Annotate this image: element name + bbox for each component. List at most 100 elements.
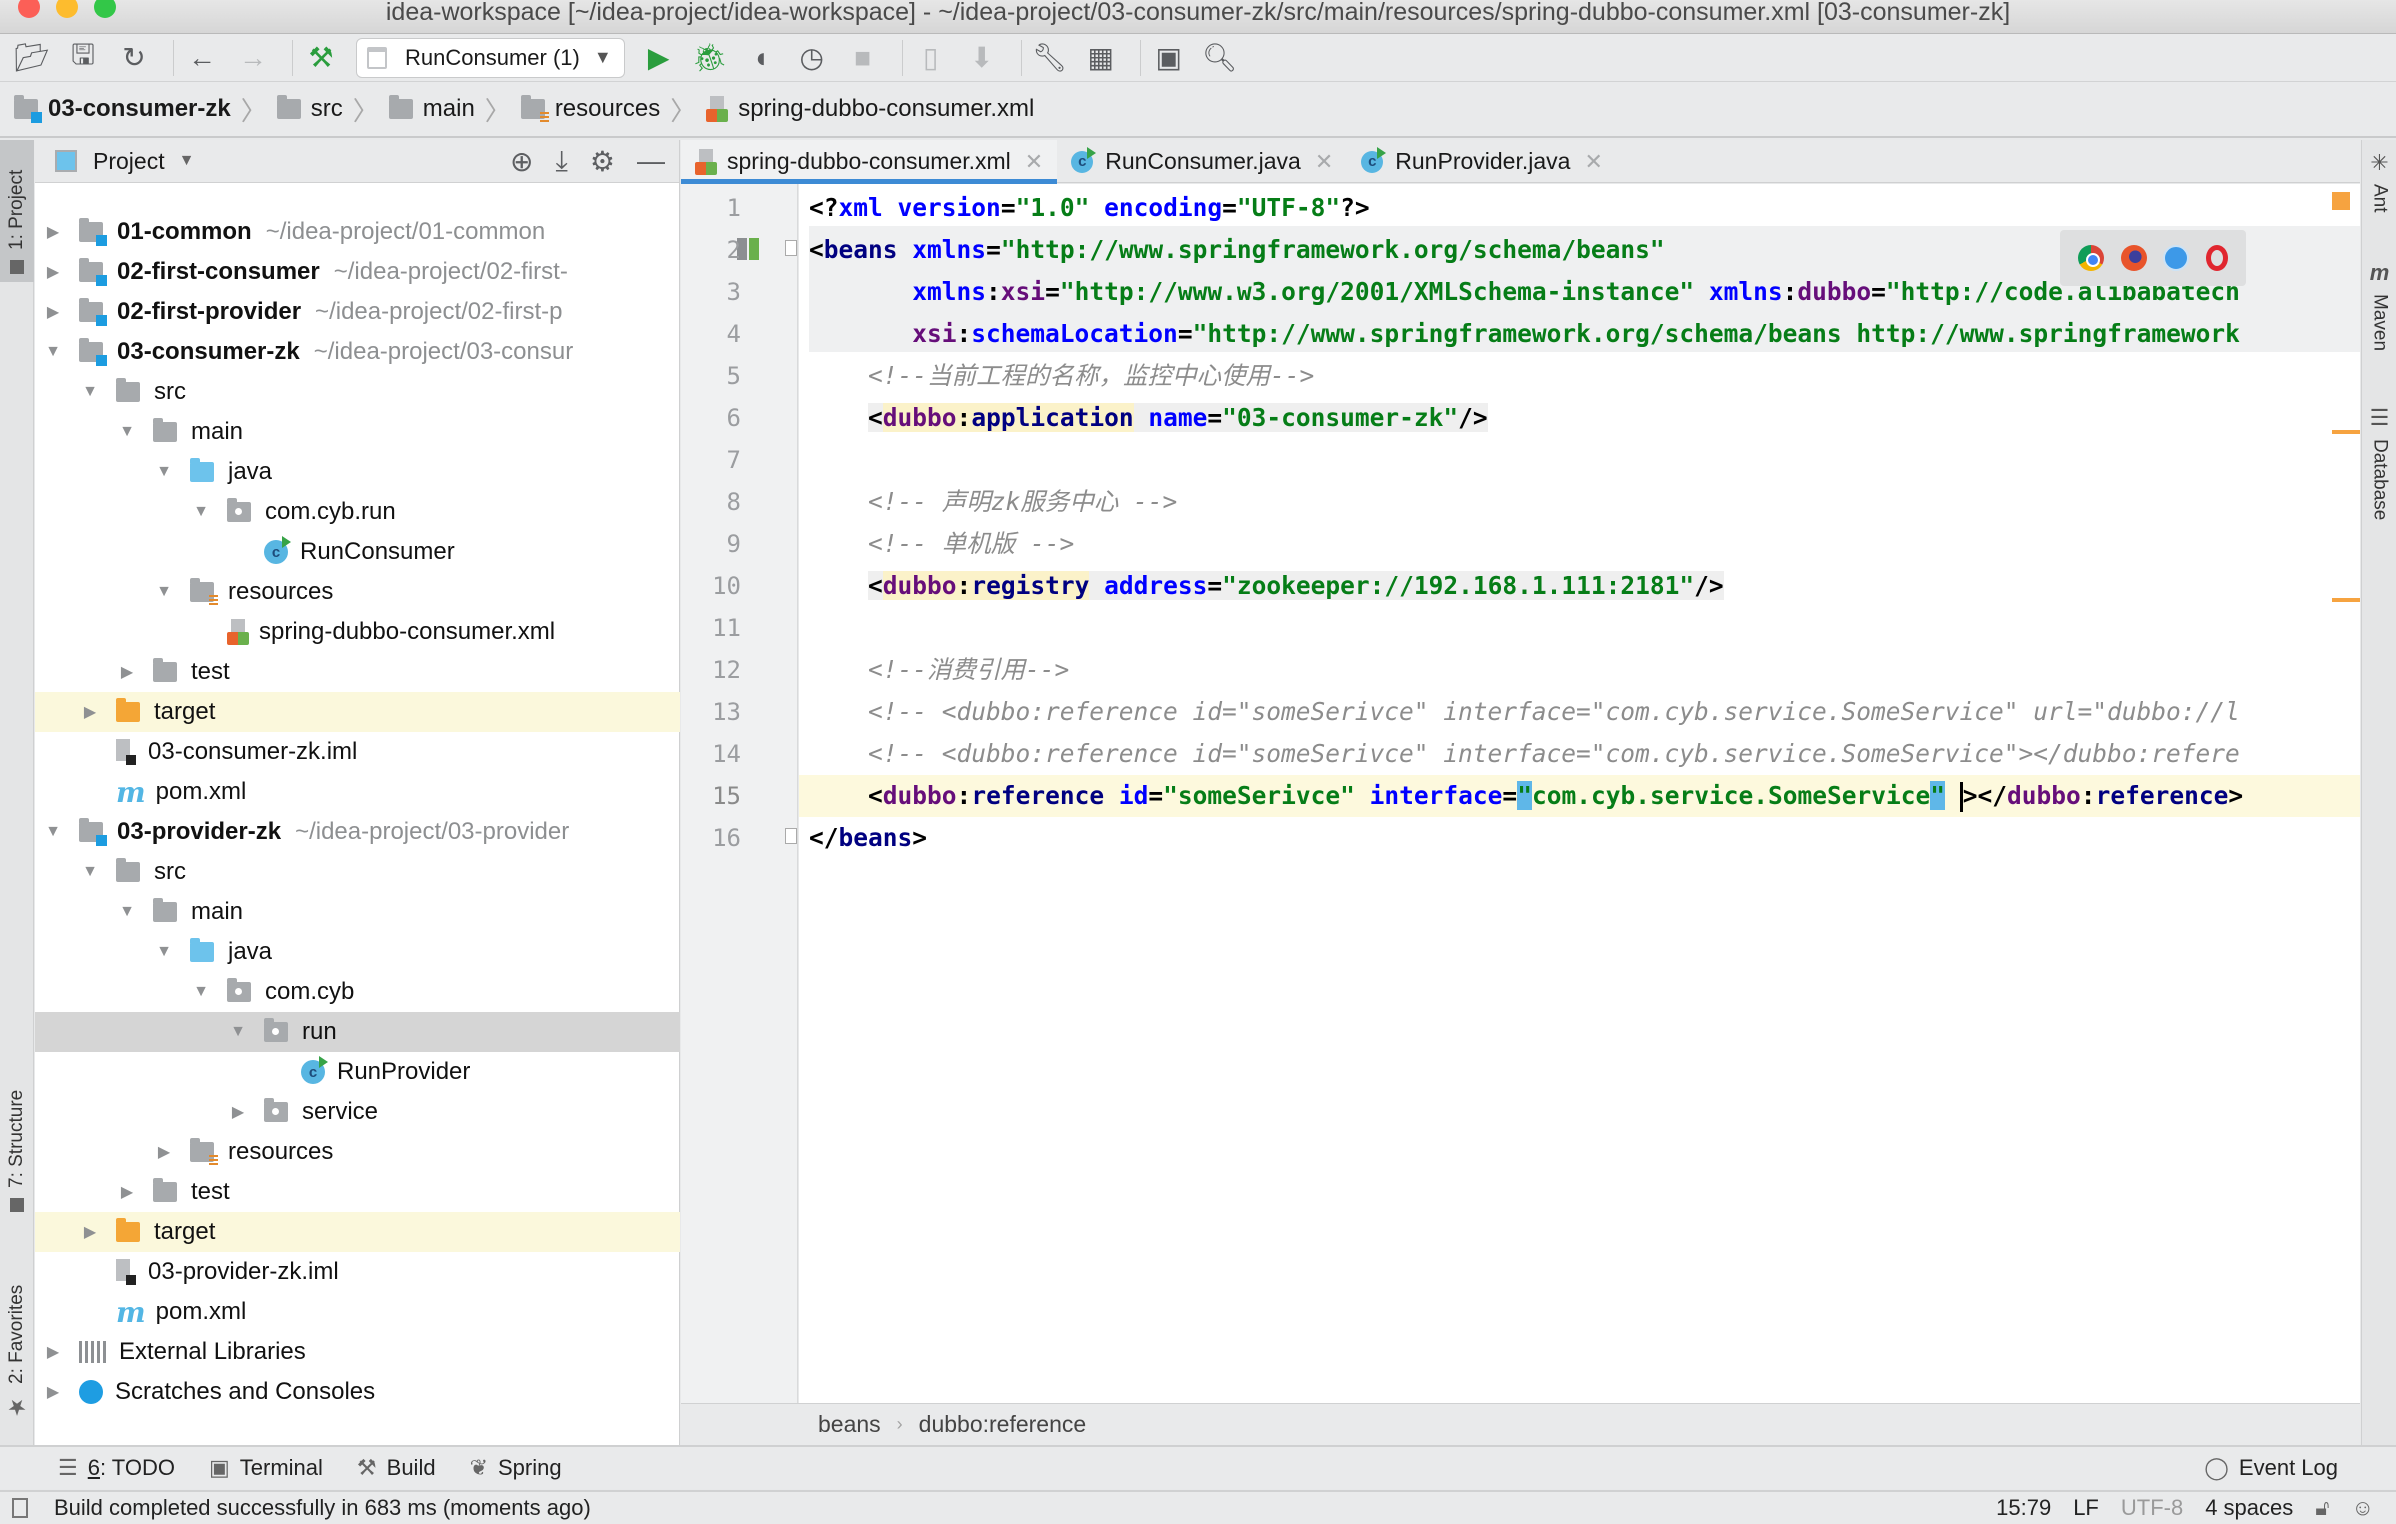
- status-message[interactable]: Build completed successfully in 683 ms (…: [54, 1495, 591, 1521]
- editor-tab[interactable]: spring-dubbo-consumer.xml ✕: [681, 140, 1058, 184]
- collapse-arrow-icon[interactable]: ▶: [117, 662, 137, 682]
- project-view-selector[interactable]: Project: [93, 148, 165, 175]
- file-encoding[interactable]: UTF-8: [2121, 1495, 2183, 1521]
- expand-arrow-icon[interactable]: ▼: [43, 343, 63, 361]
- open-folder-icon[interactable]: 📂︎: [12, 38, 52, 78]
- tree-item[interactable]: ▼ com.cyb: [35, 972, 680, 1012]
- close-tab-icon[interactable]: ✕: [1315, 149, 1333, 175]
- terminal-tool-tab[interactable]: ▣ Terminal: [209, 1455, 323, 1481]
- line-separator[interactable]: LF: [2073, 1495, 2099, 1521]
- tree-item[interactable]: 03-provider-zk.iml: [35, 1252, 680, 1292]
- tree-item[interactable]: ▶ test: [35, 652, 680, 692]
- tree-item[interactable]: ▶ 02-first-consumer ~/idea-project/02-firs…: [35, 252, 680, 292]
- editor-tab[interactable]: c RunProvider.java ✕: [1347, 140, 1617, 183]
- collapse-arrow-icon[interactable]: ▶: [80, 1222, 100, 1242]
- code-line[interactable]: <!-- 声明zk服务中心 -->: [799, 481, 1177, 523]
- sdk-download-icon[interactable]: ⬇: [962, 38, 1002, 78]
- hide-panel-icon[interactable]: —: [637, 145, 665, 177]
- safari-icon[interactable]: [2163, 245, 2190, 271]
- expand-arrow-icon[interactable]: ▼: [191, 503, 211, 521]
- warning-stripe-marker[interactable]: [2332, 192, 2350, 210]
- fold-icon[interactable]: [785, 828, 797, 844]
- collapse-arrow-icon[interactable]: ▶: [228, 1102, 248, 1122]
- breadcrumb-file[interactable]: spring-dubbo-consumer.xml: [706, 95, 1034, 123]
- back-arrow-icon[interactable]: ←: [182, 38, 222, 78]
- maximize-window-button[interactable]: [94, 0, 116, 18]
- run-configuration-dropdown[interactable]: RunConsumer (1) ▼: [356, 37, 625, 78]
- tree-item[interactable]: ▶ Scratches and Consoles: [35, 1372, 680, 1412]
- code-line[interactable]: <dubbo:application name="03-consumer-zk"…: [799, 397, 1488, 439]
- editor-breadcrumb-dubbo-reference[interactable]: dubbo:reference: [919, 1411, 1087, 1438]
- coverage-icon[interactable]: ◖: [741, 38, 781, 78]
- stop-icon[interactable]: ■: [843, 38, 883, 78]
- tree-item[interactable]: c RunProvider: [35, 1052, 680, 1092]
- code-line[interactable]: <!--消费引用-->: [799, 649, 1069, 691]
- project-structure-icon[interactable]: ▦: [1081, 38, 1121, 78]
- expand-arrow-icon[interactable]: ▼: [191, 983, 211, 1001]
- breadcrumb-src[interactable]: src 〉: [276, 91, 389, 128]
- search-icon[interactable]: 🔍︎: [1200, 38, 1240, 78]
- favorites-tool-tab[interactable]: ★ 2: Favorites: [0, 1260, 34, 1420]
- tree-item[interactable]: ▼ java: [35, 932, 680, 972]
- tree-item[interactable]: 03-consumer-zk.iml: [35, 732, 680, 772]
- forward-arrow-icon[interactable]: →: [233, 38, 273, 78]
- code-line[interactable]: <?xml version="1.0" encoding="UTF-8"?>: [799, 187, 1370, 229]
- tree-item[interactable]: ▶ External Libraries: [35, 1332, 680, 1372]
- debug-icon[interactable]: 🐞︎: [690, 38, 730, 78]
- profile-icon[interactable]: ◷: [792, 38, 832, 78]
- close-tab-icon[interactable]: ✕: [1584, 149, 1602, 175]
- tree-item[interactable]: ▶ 02-first-provider ~/idea-project/02-firs…: [35, 292, 680, 332]
- run-icon[interactable]: ▶: [639, 38, 679, 78]
- tree-item[interactable]: ▶ service: [35, 1092, 680, 1132]
- tree-item[interactable]: m pom.xml: [35, 1292, 680, 1332]
- gear-icon[interactable]: ⚙: [590, 145, 615, 178]
- code-editor[interactable]: <?xml version="1.0" encoding="UTF-8"?> <b…: [799, 184, 2360, 1403]
- settings-wrench-icon[interactable]: 🔧︎: [1030, 38, 1070, 78]
- tree-item[interactable]: ▼ java: [35, 452, 680, 492]
- expand-arrow-icon[interactable]: ▼: [154, 943, 174, 961]
- unlock-icon[interactable]: 🔓︎: [2315, 1495, 2329, 1521]
- chevron-down-icon[interactable]: ▼: [179, 152, 195, 170]
- tree-item[interactable]: ▼ resources: [35, 572, 680, 612]
- breadcrumb-resources[interactable]: resources 〉: [520, 91, 706, 128]
- tree-item[interactable]: ▼ 03-consumer-zk ~/idea-project/03-consur: [35, 332, 680, 372]
- firefox-icon[interactable]: [2120, 245, 2147, 271]
- event-log-tool-tab[interactable]: ◯ Event Log: [2204, 1455, 2338, 1481]
- collapse-arrow-icon[interactable]: ▶: [43, 222, 63, 242]
- spring-tool-tab[interactable]: ❦ Spring: [470, 1455, 562, 1481]
- android-device-icon[interactable]: ▯: [911, 38, 951, 78]
- build-hammer-icon[interactable]: ⚒︎: [301, 38, 341, 78]
- todo-tool-tab[interactable]: ☰ 6: TODO: [58, 1455, 175, 1481]
- sync-icon[interactable]: ↻: [114, 38, 154, 78]
- locate-file-icon[interactable]: ⊕: [510, 145, 533, 178]
- code-line[interactable]: [799, 439, 809, 481]
- tree-item[interactable]: ▶ target: [35, 692, 680, 732]
- close-window-button[interactable]: [18, 0, 40, 18]
- code-line[interactable]: <!--当前工程的名称，监控中心使用-->: [799, 355, 1314, 397]
- save-icon[interactable]: 🖫︎: [63, 38, 103, 78]
- tree-item[interactable]: ▼ com.cyb.run: [35, 492, 680, 532]
- error-stripe-marker[interactable]: [2332, 430, 2360, 434]
- fold-icon[interactable]: [785, 240, 797, 256]
- code-line[interactable]: <!-- 单机版 -->: [799, 523, 1074, 565]
- tree-item[interactable]: ▶ 01-common ~/idea-project/01-common: [35, 212, 680, 252]
- tree-item[interactable]: ▶ resources: [35, 1132, 680, 1172]
- structure-tool-tab[interactable]: 7: Structure: [0, 1060, 34, 1220]
- code-line[interactable]: <dubbo:registry address="zookeeper://192…: [799, 565, 1724, 607]
- indent-setting[interactable]: 4 spaces: [2205, 1495, 2293, 1521]
- collapse-all-icon[interactable]: ⤓: [556, 145, 568, 178]
- collapse-arrow-icon[interactable]: ▶: [43, 1382, 63, 1402]
- project-tool-tab[interactable]: 1: Project: [0, 140, 34, 282]
- error-stripe-marker[interactable]: [2332, 598, 2360, 602]
- tree-item[interactable]: ▶ test: [35, 1172, 680, 1212]
- editor-breadcrumb-beans[interactable]: beans: [818, 1411, 881, 1438]
- toggle-tool-windows-icon[interactable]: [12, 1498, 28, 1518]
- tree-item[interactable]: c RunConsumer: [35, 532, 680, 572]
- tree-item[interactable]: ▼ 03-provider-zk ~/idea-project/03-provide…: [35, 812, 680, 852]
- close-tab-icon[interactable]: ✕: [1025, 149, 1043, 175]
- code-line[interactable]: xmlns:xsi="http://www.w3.org/2001/XMLSch…: [799, 271, 2240, 313]
- expand-arrow-icon[interactable]: ▼: [43, 823, 63, 841]
- breadcrumb-main[interactable]: main 〉: [388, 91, 521, 128]
- ant-tool-tab[interactable]: ✳ Ant: [2362, 150, 2396, 250]
- code-line[interactable]: [799, 607, 809, 649]
